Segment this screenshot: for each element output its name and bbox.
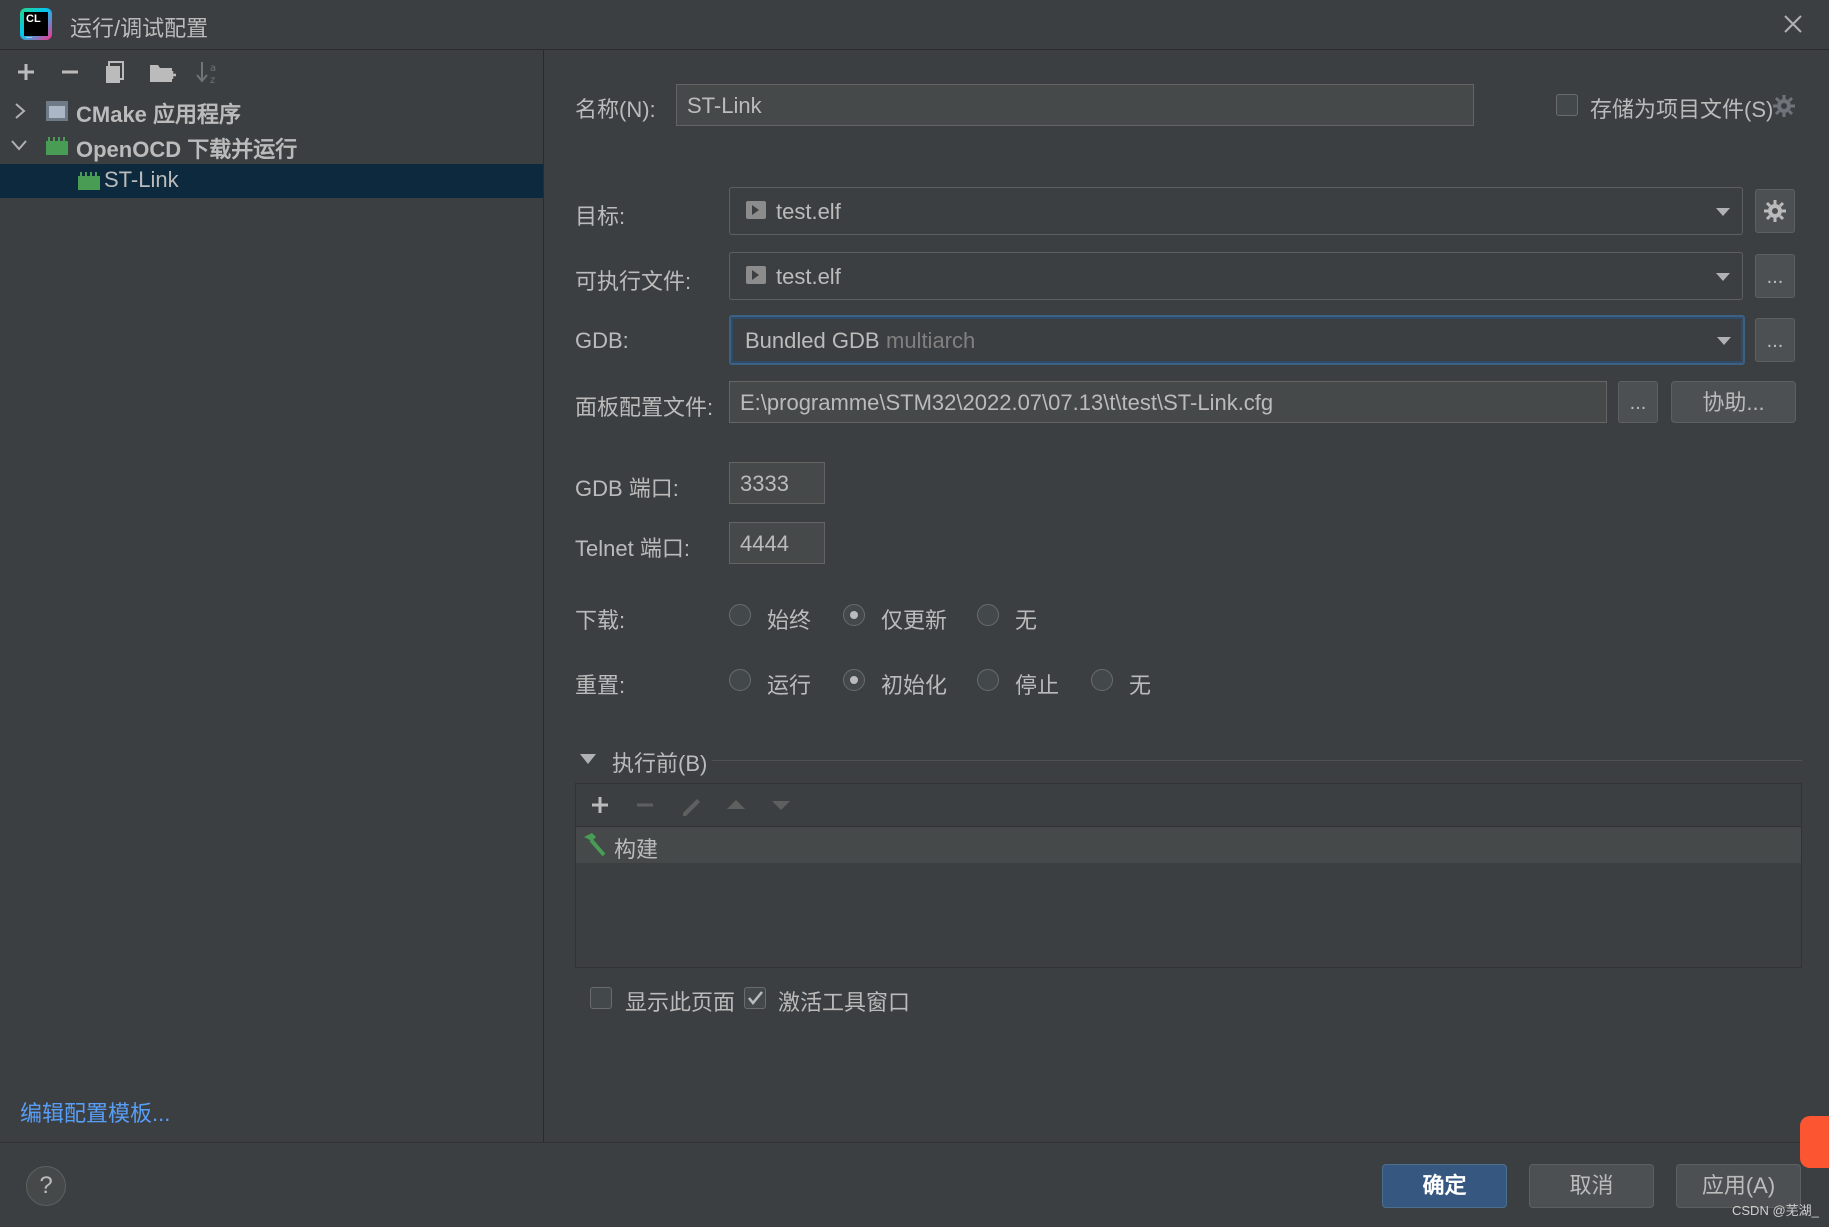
download-always-label: 始终 [767, 608, 812, 633]
csdn-badge-icon [1800, 1116, 1829, 1168]
target-combobox[interactable]: test.elf [729, 187, 1743, 235]
tree-item-label: ST-Link [104, 167, 179, 192]
activate-tool-window-checkbox[interactable] [744, 987, 766, 1009]
board-config-value: E:\programme\STM32\2022.07\07.13\t\test\… [740, 390, 1274, 415]
new-folder-icon[interactable] [146, 56, 178, 88]
reset-run-label: 运行 [767, 673, 812, 698]
download-always-radio[interactable] [729, 604, 751, 626]
executable-icon [746, 201, 766, 219]
remove-icon[interactable] [54, 56, 86, 88]
target-value: test.elf [776, 199, 841, 224]
executable-icon [746, 266, 766, 284]
window-title: 运行/调试配置 [70, 16, 209, 41]
before-launch-title[interactable]: 执行前(B) [612, 746, 707, 778]
edit-templates-link[interactable]: 编辑配置模板... [20, 1096, 170, 1128]
before-launch-task-row[interactable]: 构建 [576, 827, 1801, 863]
title-bar [0, 0, 1829, 50]
reset-halt-radio[interactable] [977, 669, 999, 691]
gear-icon [1764, 200, 1786, 222]
show-this-page-checkbox[interactable] [590, 987, 612, 1009]
download-update-only-radio[interactable] [843, 604, 865, 626]
target-label: 目标: [575, 204, 626, 229]
edit-task-icon[interactable] [677, 791, 705, 819]
sort-icon[interactable]: az [192, 56, 224, 88]
collapse-triangle-icon[interactable] [579, 752, 597, 766]
name-label: 名称(N): [575, 97, 656, 122]
reset-init-radio[interactable] [843, 669, 865, 691]
gdb-port-label: GDB 端口: [575, 476, 679, 501]
reset-init-label: 初始化 [881, 673, 948, 698]
target-settings-button[interactable] [1755, 189, 1795, 233]
download-none-label: 无 [1015, 608, 1038, 633]
help-button[interactable]: ? [26, 1166, 66, 1206]
svg-text:a: a [210, 63, 216, 74]
reset-halt-label: 停止 [1015, 673, 1060, 698]
clion-logo-icon: CL _ [20, 8, 52, 40]
dropdown-arrow-icon [1717, 337, 1731, 345]
executable-browse-button[interactable]: ... [1755, 254, 1795, 298]
copy-icon[interactable] [100, 56, 132, 88]
reset-none-label: 无 [1129, 673, 1152, 698]
download-label: 下载: [575, 608, 626, 633]
gdb-browse-button[interactable]: ... [1755, 318, 1795, 362]
chevron-down-icon[interactable] [10, 137, 28, 153]
add-icon[interactable] [10, 56, 42, 88]
gdb-value: Bundled GDB [745, 328, 880, 353]
chevron-right-icon[interactable] [12, 102, 28, 120]
before-launch-toolbar [576, 784, 1801, 827]
close-icon[interactable] [1779, 10, 1807, 38]
store-as-project-file-checkbox[interactable] [1556, 94, 1578, 116]
section-divider [712, 760, 1802, 761]
cmake-app-icon [46, 101, 68, 121]
name-input[interactable]: ST-Link [676, 84, 1474, 126]
reset-none-radio[interactable] [1091, 669, 1113, 691]
gdb-port-input[interactable]: 3333 [729, 462, 825, 504]
assist-button[interactable]: 协助... [1671, 381, 1796, 423]
add-task-icon[interactable] [586, 791, 614, 819]
show-this-page-label: 显示此页面 [625, 990, 736, 1015]
gdb-port-value: 3333 [740, 471, 789, 496]
gear-icon[interactable] [1772, 94, 1796, 118]
openocd-chip-icon [46, 137, 68, 155]
download-update-only-label: 仅更新 [881, 608, 948, 633]
reset-label: 重置: [575, 673, 626, 698]
watermark: CSDN @芜湖_ [1732, 1203, 1819, 1218]
dropdown-arrow-icon [1716, 273, 1730, 281]
name-value: ST-Link [687, 93, 762, 118]
tree-item-st-link[interactable]: ST-Link [0, 164, 543, 198]
ok-button[interactable]: 确定 [1382, 1164, 1507, 1208]
tree-item-label: OpenOCD 下载并运行 [76, 137, 298, 162]
cancel-button[interactable]: 取消 [1529, 1164, 1654, 1208]
svg-text:z: z [210, 75, 215, 86]
gdb-combobox[interactable]: Bundled GDB multiarch [729, 315, 1745, 365]
board-config-input[interactable]: E:\programme\STM32\2022.07\07.13\t\test\… [729, 381, 1607, 423]
checkmark-icon [748, 991, 763, 1005]
executable-label: 可执行文件: [575, 269, 692, 294]
tree-item-openocd[interactable]: OpenOCD 下载并运行 [0, 129, 543, 163]
board-config-label: 面板配置文件: [575, 395, 714, 420]
telnet-port-value: 4444 [740, 531, 789, 556]
gdb-label: GDB: [575, 328, 629, 353]
telnet-port-label: Telnet 端口: [575, 536, 690, 561]
executable-value: test.elf [776, 264, 841, 289]
board-config-browse-button[interactable]: ... [1618, 381, 1658, 423]
dropdown-arrow-icon [1716, 208, 1730, 216]
openocd-chip-icon [78, 172, 100, 190]
store-as-project-file-label: 存储为项目文件(S) [1590, 97, 1774, 122]
task-label: 构建 [614, 837, 659, 862]
telnet-port-input[interactable]: 4444 [729, 522, 825, 564]
build-hammer-icon [584, 833, 606, 857]
download-none-radio[interactable] [977, 604, 999, 626]
reset-run-radio[interactable] [729, 669, 751, 691]
tree-item-label: CMake 应用程序 [76, 102, 242, 127]
remove-task-icon[interactable] [631, 791, 659, 819]
activate-tool-window-label: 激活工具窗口 [778, 990, 911, 1015]
move-down-icon[interactable] [767, 791, 795, 819]
executable-combobox[interactable]: test.elf [729, 252, 1743, 300]
tree-item-cmake[interactable]: CMake 应用程序 [0, 94, 543, 128]
move-up-icon[interactable] [722, 791, 750, 819]
gdb-value-suffix: multiarch [886, 328, 976, 353]
configurations-panel [0, 50, 544, 1142]
